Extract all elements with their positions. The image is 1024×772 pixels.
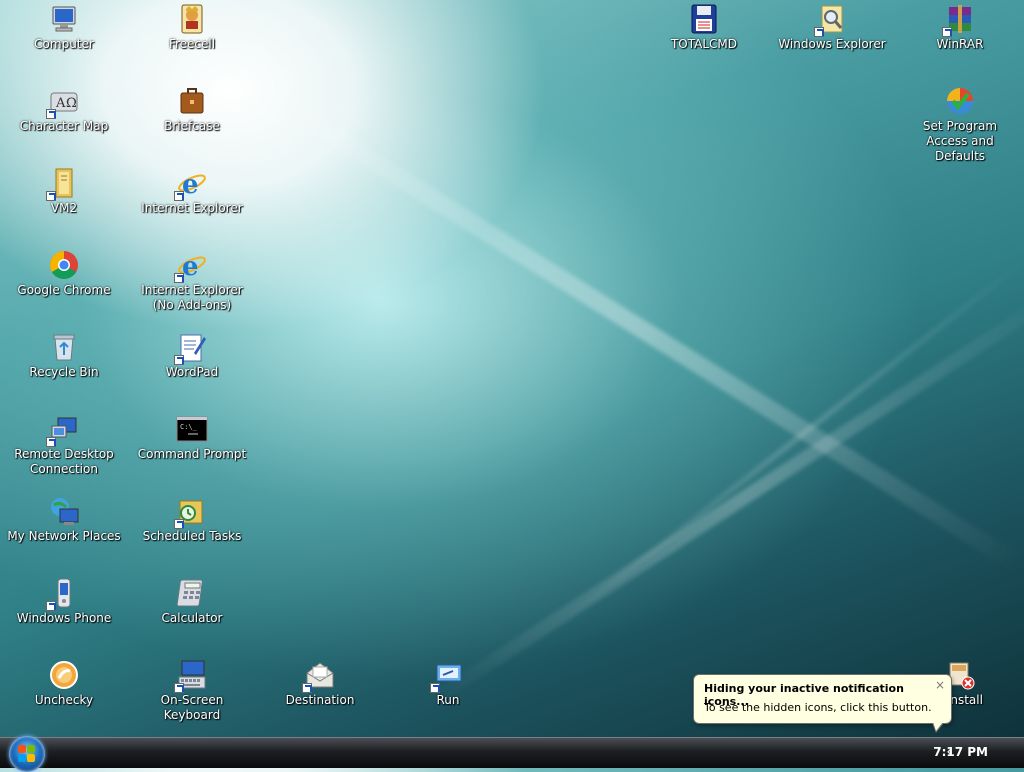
svg-text:A: A	[55, 96, 66, 111]
desktop-icon-vm2[interactable]: VM2	[3, 167, 125, 216]
shortcut-arrow-icon	[174, 273, 184, 283]
remote-desktop-icon	[46, 413, 80, 447]
clock[interactable]: 7:17 PM	[933, 745, 988, 759]
desktop-icon-google-chrome[interactable]: Google Chrome	[3, 249, 125, 298]
keyboard-icon	[174, 659, 208, 693]
notification-balloon[interactable]: Hiding your inactive notification icons.…	[693, 674, 952, 733]
desktop-icon-internet-explorer-no-addons[interactable]: e Internet Explorer (No Add-ons)	[131, 249, 253, 313]
winrar-icon	[942, 3, 976, 37]
desktop-icon-computer[interactable]: Computer	[3, 3, 125, 52]
network-places-icon	[48, 495, 80, 527]
shortcut-arrow-icon	[174, 191, 184, 201]
internet-explorer-icon: e	[174, 167, 208, 201]
shortcut-arrow-icon	[174, 519, 184, 529]
desktop-icon-windows-explorer[interactable]: Windows Explorer	[771, 3, 893, 52]
notification-body: To see the hidden icons, click this butt…	[704, 701, 932, 714]
desktop-icon-windows-phone[interactable]: Windows Phone	[3, 577, 125, 626]
close-icon[interactable]: ×	[935, 678, 945, 692]
shortcut-arrow-icon	[174, 355, 184, 365]
shortcut-arrow-icon	[46, 191, 56, 201]
chrome-icon	[48, 249, 80, 281]
desktop-icon-freecell[interactable]: Freecell	[131, 3, 253, 52]
desktop-icon-character-map[interactable]: AΩ Character Map	[3, 85, 125, 134]
internet-explorer-icon: e	[174, 249, 208, 283]
desktop-icon-scheduled-tasks[interactable]: Scheduled Tasks	[131, 495, 253, 544]
recycle-bin-icon	[48, 331, 80, 363]
folder-icon	[46, 167, 80, 201]
desktop-icon-on-screen-keyboard[interactable]: On-Screen Keyboard	[131, 659, 253, 723]
shortcut-arrow-icon	[302, 683, 312, 693]
destination-icon	[302, 659, 336, 693]
desktop-icon-program-access[interactable]: Set Program Access and Defaults	[899, 85, 1021, 164]
svg-text:Ω: Ω	[66, 96, 77, 111]
windows-explorer-icon	[814, 3, 848, 37]
run-icon	[430, 659, 464, 693]
desktop-icon-command-prompt[interactable]: C:\_ Command Prompt	[131, 413, 253, 462]
command-prompt-icon: C:\_	[176, 413, 208, 445]
briefcase-icon	[176, 85, 208, 117]
desktop-icon-network-places[interactable]: My Network Places	[3, 495, 125, 544]
desktop-icon-winrar[interactable]: WinRAR	[899, 3, 1021, 52]
shortcut-arrow-icon	[174, 683, 184, 693]
scheduled-tasks-icon	[174, 495, 208, 529]
desktop-icon-run[interactable]: Run	[387, 659, 509, 708]
wordpad-icon	[174, 331, 208, 365]
shortcut-arrow-icon	[430, 683, 440, 693]
totalcmd-icon	[688, 3, 720, 35]
desktop-icon-briefcase[interactable]: Briefcase	[131, 85, 253, 134]
taskbar: ‹ 7:17 PM	[0, 736, 1024, 772]
shortcut-arrow-icon	[46, 601, 56, 611]
desktop-icon-wordpad[interactable]: WordPad	[131, 331, 253, 380]
windows-logo-icon	[18, 745, 36, 763]
phone-icon	[46, 577, 80, 611]
svg-text:e: e	[182, 252, 199, 281]
unchecky-icon	[48, 659, 80, 691]
desktop-icon-totalcmd[interactable]: TOTALCMD	[643, 3, 765, 52]
shortcut-arrow-icon	[814, 27, 824, 37]
svg-text:C:\_: C:\_	[180, 423, 198, 431]
desktop-icon-destination[interactable]: Destination	[259, 659, 381, 708]
program-access-icon	[944, 85, 976, 117]
freecell-icon	[176, 3, 208, 35]
desktop-icon-recycle-bin[interactable]: Recycle Bin	[3, 331, 125, 380]
calculator-icon	[176, 577, 208, 609]
desktop-icon-unchecky[interactable]: Unchecky	[3, 659, 125, 708]
desktop-icon-remote-desktop[interactable]: Remote Desktop Connection	[3, 413, 125, 477]
shortcut-arrow-icon	[46, 109, 56, 119]
desktop-icon-calculator[interactable]: Calculator	[131, 577, 253, 626]
shortcut-arrow-icon	[46, 437, 56, 447]
svg-text:e: e	[182, 170, 199, 199]
start-button[interactable]	[9, 736, 45, 772]
computer-icon	[48, 3, 80, 35]
shortcut-arrow-icon	[942, 27, 952, 37]
desktop-icon-internet-explorer[interactable]: e Internet Explorer	[131, 167, 253, 216]
character-map-icon: AΩ	[46, 85, 80, 119]
